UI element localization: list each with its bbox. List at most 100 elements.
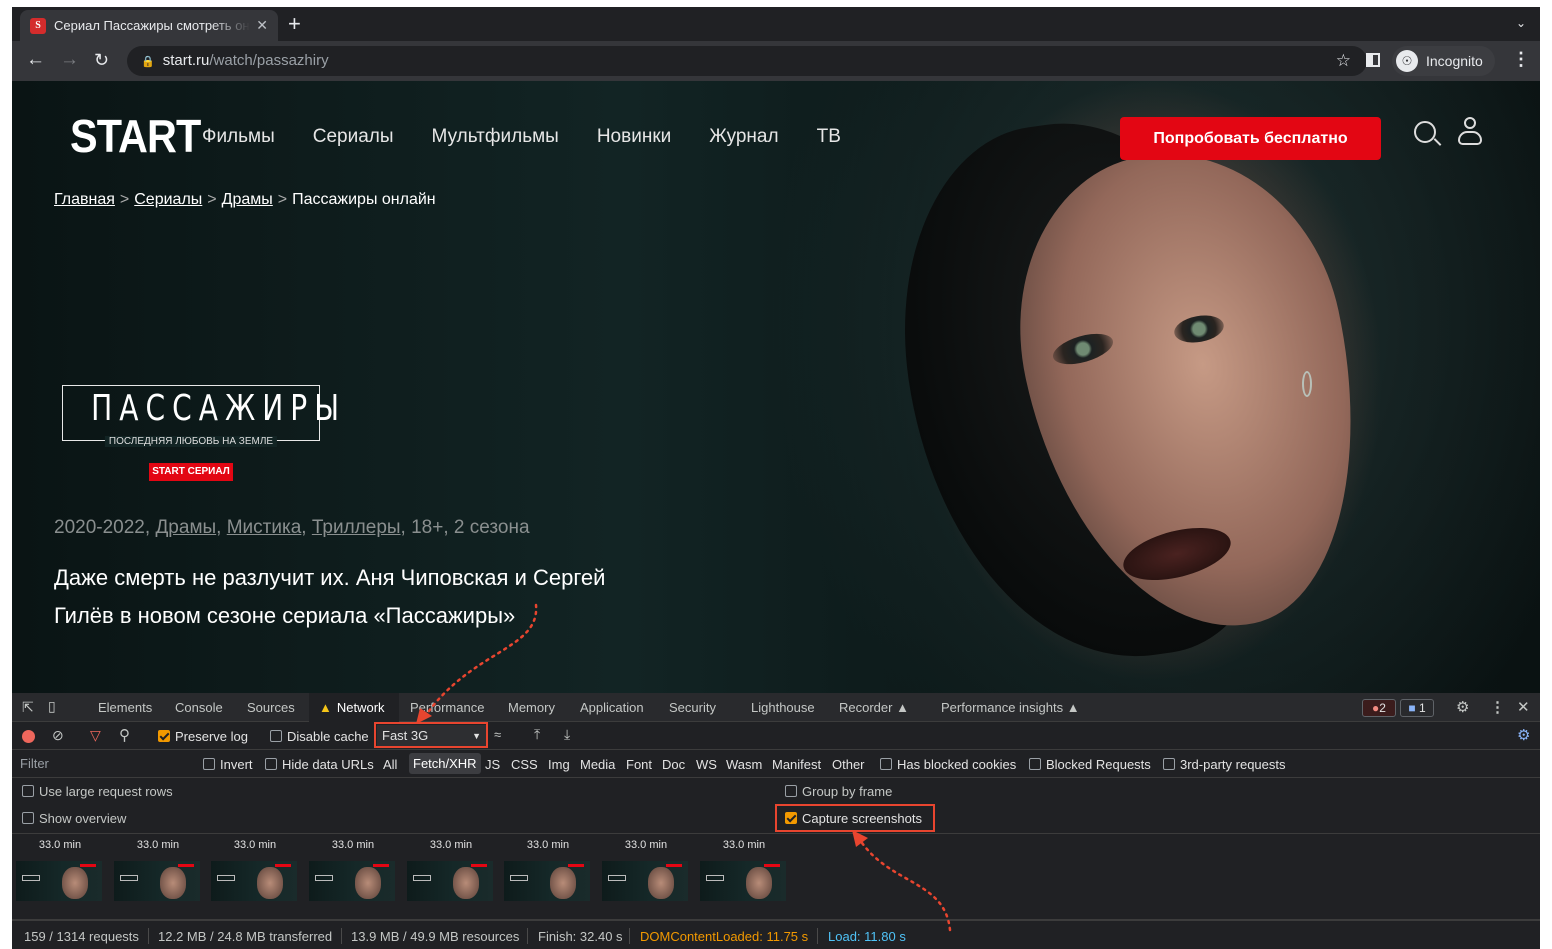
checkbox-unchecked-icon [22, 812, 34, 824]
reload-icon[interactable]: ↻ [94, 49, 109, 71]
try-free-button[interactable]: Попробовать бесплатно [1120, 117, 1381, 160]
filter-fetch-xhr[interactable]: Fetch/XHR [409, 753, 481, 774]
preserve-log-label: Preserve log [175, 729, 248, 744]
tab-performance[interactable]: Performance [410, 700, 484, 715]
devtools-menu-icon[interactable]: ⋮ [1490, 698, 1505, 716]
browser-tab[interactable]: S Сериал Пассажиры смотреть онлайн ✕ [20, 10, 278, 41]
lock-icon: 🔒 [141, 56, 155, 68]
close-devtools-icon[interactable]: ✕ [1517, 698, 1530, 716]
filter-wasm[interactable]: Wasm [726, 757, 762, 772]
network-settings-gear-icon[interactable]: ⚙ [1517, 726, 1530, 744]
filter-doc[interactable]: Doc [662, 757, 685, 772]
back-arrow-icon[interactable]: ← [26, 49, 45, 71]
tab-lighthouse[interactable]: Lighthouse [751, 700, 815, 715]
hide-data-urls-checkbox[interactable]: Hide data URLs [265, 757, 374, 772]
screenshot-frame[interactable]: 33.0 min [700, 839, 788, 901]
filter-js[interactable]: JS [485, 757, 500, 772]
error-count-badge[interactable]: ●2 [1362, 699, 1396, 717]
screenshot-frame[interactable]: 33.0 min [16, 839, 104, 901]
filter-font[interactable]: Font [626, 757, 652, 772]
has-blocked-cookies-checkbox[interactable]: Has blocked cookies [880, 757, 1016, 772]
inspect-element-icon[interactable]: ⇱ [22, 699, 34, 716]
nav-films[interactable]: Фильмы [202, 126, 275, 148]
preserve-log-checkbox[interactable]: Preserve log [158, 729, 248, 744]
start-logo[interactable]: START [70, 109, 201, 163]
filter-img[interactable]: Img [548, 757, 570, 772]
meta-genre-link[interactable]: Триллеры [312, 517, 401, 538]
kebab-menu-icon[interactable]: ⋮ [1512, 49, 1530, 70]
filter-funnel-icon[interactable]: ▽ [90, 727, 101, 744]
network-toolbar: ⊘ ▽ ⚲ Preserve log Disable cache Fast 3G… [12, 722, 1540, 750]
search-icon[interactable]: ⚲ [119, 726, 130, 744]
page-viewport: START Фильмы Сериалы Мультфильмы Новинки… [12, 81, 1540, 693]
tab-close-icon[interactable]: ✕ [256, 17, 268, 34]
filter-media[interactable]: Media [580, 757, 615, 772]
filter-css[interactable]: CSS [511, 757, 538, 772]
breadcrumb-home[interactable]: Главная [54, 191, 115, 208]
tab-search-chevron-icon[interactable]: ⌄ [1516, 16, 1526, 30]
message-count: 1 [1418, 701, 1426, 715]
screenshot-time: 33.0 min [233, 839, 277, 851]
user-profile-icon[interactable] [1458, 117, 1482, 147]
breadcrumb: Главная > Сериалы > Драмы > Пассажиры онлайн [54, 191, 436, 209]
tab-application[interactable]: Application [580, 700, 644, 715]
group-by-frame-checkbox[interactable]: Group by frame [785, 784, 892, 799]
meta-genre-link[interactable]: Мистика [227, 517, 302, 538]
nav-journal[interactable]: Журнал [709, 126, 778, 148]
gear-icon[interactable]: ⚙ [1456, 698, 1469, 716]
side-panel-icon[interactable] [1366, 53, 1380, 67]
nav-tv[interactable]: ТВ [817, 126, 841, 148]
forward-arrow-icon[interactable]: → [60, 49, 79, 71]
message-count-badge[interactable]: ■ 1 [1400, 699, 1434, 717]
tab-recorder[interactable]: Recorder ▲ [839, 700, 909, 715]
show-overview-checkbox[interactable]: Show overview [22, 811, 126, 826]
tab-network[interactable]: ▲ Network [319, 700, 385, 715]
tab-sources[interactable]: Sources [247, 700, 295, 715]
meta-genre-link[interactable]: Драмы [155, 517, 216, 538]
address-bar[interactable]: 🔒 start.ru/watch/passazhiry ☆ [127, 46, 1367, 76]
screenshot-frame[interactable]: 33.0 min [211, 839, 299, 901]
nav-series[interactable]: Сериалы [313, 126, 394, 148]
device-toggle-icon[interactable]: ▯ [48, 698, 56, 715]
tab-console[interactable]: Console [175, 700, 223, 715]
use-large-rows-checkbox[interactable]: Use large request rows [22, 784, 173, 799]
has-blocked-cookies-label: Has blocked cookies [897, 757, 1017, 772]
screenshot-frame[interactable]: 33.0 min [504, 839, 592, 901]
checkbox-unchecked-icon [270, 730, 282, 742]
nav-cartoons[interactable]: Мультфильмы [432, 126, 559, 148]
network-conditions-icon[interactable]: ≈ [494, 727, 501, 742]
filter-input[interactable]: Filter [12, 752, 190, 775]
third-party-checkbox[interactable]: 3rd-party requests [1163, 757, 1286, 772]
breadcrumb-separator: > [119, 191, 130, 208]
tab-performance-insights[interactable]: Performance insights ▲ [941, 700, 1080, 715]
nav-new[interactable]: Новинки [597, 126, 671, 148]
filter-other[interactable]: Other [832, 757, 865, 772]
clear-icon[interactable]: ⊘ [52, 727, 64, 744]
search-icon[interactable] [1414, 121, 1436, 143]
incognito-indicator[interactable]: ☉ Incognito [1392, 46, 1495, 76]
filter-manifest[interactable]: Manifest [772, 757, 821, 772]
bookmark-star-icon[interactable]: ☆ [1336, 46, 1351, 76]
export-har-icon[interactable]: ⤓ [564, 726, 570, 743]
status-dom-content-loaded: DOMContentLoaded: 11.75 s [640, 929, 809, 944]
tab-elements[interactable]: Elements [98, 700, 152, 715]
import-har-icon[interactable]: ⤒ [534, 726, 540, 743]
disable-cache-checkbox[interactable]: Disable cache [270, 729, 369, 744]
filter-all[interactable]: All [383, 757, 397, 772]
breadcrumb-dramas[interactable]: Драмы [222, 191, 273, 208]
record-icon[interactable] [22, 730, 35, 743]
screenshot-frame[interactable]: 33.0 min [114, 839, 202, 901]
screenshot-frame[interactable]: 33.0 min [602, 839, 690, 901]
breadcrumb-series[interactable]: Сериалы [134, 191, 202, 208]
screenshot-thumbnail [504, 861, 590, 901]
blocked-requests-checkbox[interactable]: Blocked Requests [1029, 757, 1151, 772]
checkbox-unchecked-icon [1029, 758, 1041, 770]
screenshot-frame[interactable]: 33.0 min [309, 839, 397, 901]
filter-ws[interactable]: WS [696, 757, 717, 772]
new-tab-button[interactable]: + [288, 12, 301, 36]
tab-memory[interactable]: Memory [508, 700, 555, 715]
screenshot-frame[interactable]: 33.0 min [407, 839, 495, 901]
invert-checkbox[interactable]: Invert [203, 757, 253, 772]
breadcrumb-separator: > [277, 191, 288, 208]
tab-security[interactable]: Security [669, 700, 716, 715]
